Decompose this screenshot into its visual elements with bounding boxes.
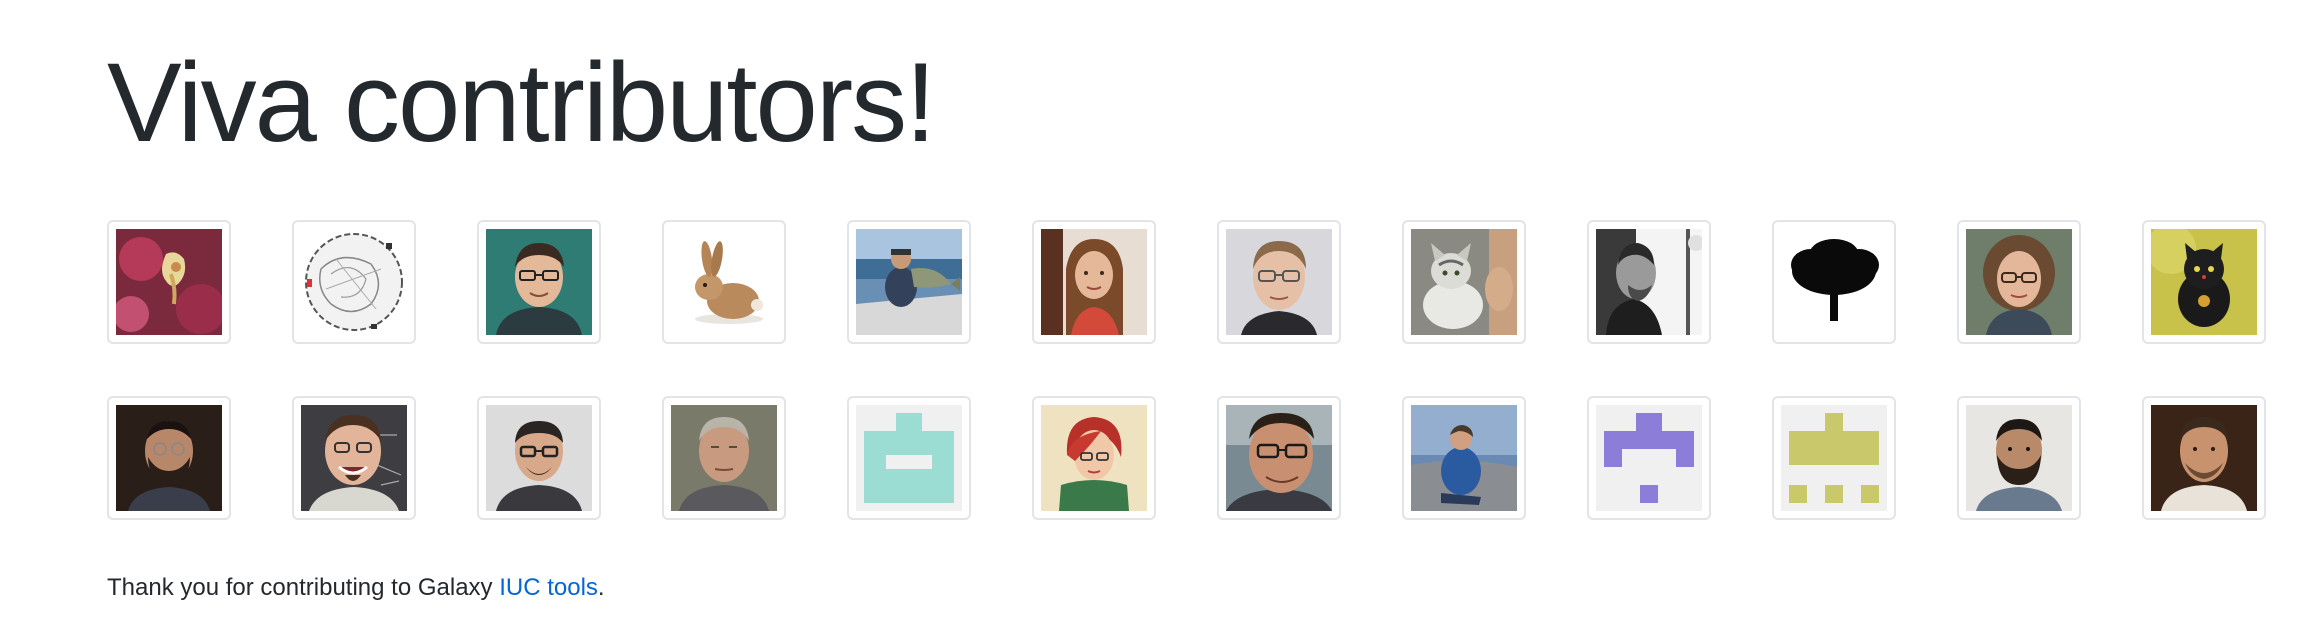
contributor-avatar-link[interactable] — [107, 396, 231, 520]
avatar-older-man-grey — [671, 405, 777, 511]
contributor-avatar-link[interactable] — [2142, 396, 2266, 520]
contributor-avatar-link[interactable] — [477, 220, 601, 344]
avatar-man-boat-fish — [856, 229, 962, 335]
avatar-black-cat-figurine — [2151, 229, 2257, 335]
thanks-message: Thank you for contributing to Galaxy IUC… — [107, 570, 605, 606]
page-title: Viva contributors! — [107, 40, 936, 165]
thanks-text: Thank you for contributing to Galaxy — [107, 574, 500, 601]
contributor-avatar-link[interactable] — [1957, 396, 2081, 520]
iuc-tools-link[interactable]: IUC tools — [499, 574, 598, 601]
contributors-page: Viva contributors! Thank you for contrib… — [107, 0, 2308, 638]
contributor-avatar-link[interactable] — [847, 396, 971, 520]
contributor-avatar-link[interactable] — [1032, 220, 1156, 344]
contributor-avatar-link[interactable] — [1957, 220, 2081, 344]
contributor-avatar-link[interactable] — [1402, 220, 1526, 344]
avatar-man-glasses-blond — [1226, 229, 1332, 335]
avatar-man-blue-jacket — [1411, 405, 1517, 511]
avatar-man-dark-portrait — [2151, 405, 2257, 511]
contributor-avatar-link[interactable] — [847, 220, 971, 344]
contributor-avatar-link[interactable] — [107, 220, 231, 344]
avatar-orchid-flower — [116, 229, 222, 335]
avatar-sketch-circle — [301, 229, 407, 335]
contributor-avatar-link[interactable] — [1587, 220, 1711, 344]
contributor-avatar-link[interactable] — [2142, 220, 2266, 344]
avatar-man-selfie-glasses — [1226, 405, 1332, 511]
avatar-cat — [1411, 229, 1517, 335]
contributor-avatar-link[interactable] — [1402, 396, 1526, 520]
avatar-row — [107, 220, 2308, 346]
contributor-avatar-link[interactable] — [1217, 220, 1341, 344]
contributor-avatar-link[interactable] — [1032, 396, 1156, 520]
contributor-avatar-link[interactable] — [662, 220, 786, 344]
avatar-man-goatee-blackboard — [301, 405, 407, 511]
contributor-avatar-link[interactable] — [1772, 220, 1896, 344]
avatar-man-glasses-teal — [486, 229, 592, 335]
avatar-woman-long-hair — [1041, 229, 1147, 335]
avatar-man-beard-young — [1966, 405, 2072, 511]
contributor-avatar-link[interactable] — [477, 396, 601, 520]
contributor-avatar-link[interactable] — [1772, 396, 1896, 520]
contributor-avatar-link[interactable] — [1587, 396, 1711, 520]
avatar-identicon-olive — [1781, 405, 1887, 511]
avatar-identicon-purple — [1596, 405, 1702, 511]
contributor-avatar-link[interactable] — [292, 396, 416, 520]
thanks-period: . — [597, 574, 605, 601]
contributor-avatar-link[interactable] — [1217, 396, 1341, 520]
avatar-man-bw-profile — [1596, 229, 1702, 335]
avatar-rabbit — [671, 229, 777, 335]
contributors-avatar-grid — [107, 220, 2308, 572]
avatar-redhead-illustration — [1041, 405, 1147, 511]
avatar-tree-silhouette — [1781, 229, 1887, 335]
avatar-man-glasses-bald — [486, 405, 592, 511]
contributor-avatar-link[interactable] — [662, 396, 786, 520]
contributor-avatar-link[interactable] — [292, 220, 416, 344]
avatar-man-beard-glasses-dark — [116, 405, 222, 511]
avatar-woman-curly-glasses — [1966, 229, 2072, 335]
avatar-row — [107, 396, 2308, 522]
avatar-identicon-teal — [856, 405, 962, 511]
